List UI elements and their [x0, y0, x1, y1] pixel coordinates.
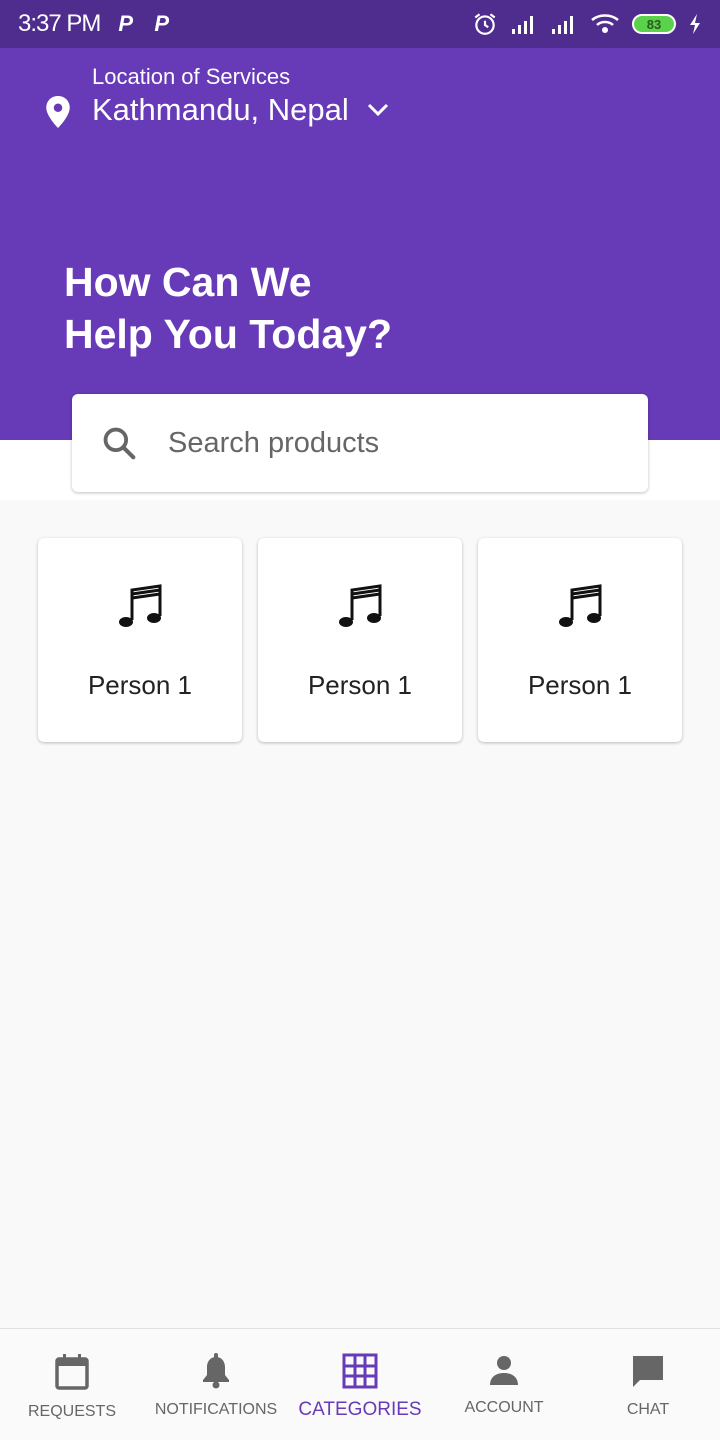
location-value: Kathmandu, Nepal [92, 92, 349, 127]
search-placeholder: Search products [168, 426, 380, 459]
grid-icon [342, 1353, 378, 1389]
nav-notifications[interactable]: NOTIFICATIONS [144, 1329, 288, 1440]
nav-label: NOTIFICATIONS [154, 1401, 278, 1418]
signal-icon [512, 16, 533, 34]
headline-line-1: How Can We [64, 259, 312, 305]
category-label: Person 1 [527, 670, 633, 700]
charging-icon [690, 14, 700, 34]
chevron-down-icon [367, 103, 388, 117]
search-icon [103, 427, 136, 460]
music-note-icon [559, 584, 602, 627]
status-bar: 3:37 PM P P 83 [0, 0, 720, 48]
location-label: Location of Services [92, 64, 291, 89]
category-card[interactable]: Person 1 [478, 538, 682, 742]
parking-app-icon: P [118, 11, 134, 36]
category-card[interactable]: Person 1 [258, 538, 462, 742]
battery-indicator: 83 [632, 14, 676, 34]
nav-label: REQUESTS [27, 1403, 116, 1420]
nav-label: CATEGORIES [298, 1399, 422, 1420]
nav-categories[interactable]: CATEGORIES [288, 1329, 432, 1440]
bottom-navigation: REQUESTS NOTIFICATIONS CATEGORIES ACCOUN… [0, 1328, 720, 1440]
bell-icon [203, 1353, 229, 1389]
category-label: Person 1 [307, 670, 413, 700]
header: Location of Services Kathmandu, Nepal Ho… [0, 48, 720, 440]
location-pin-icon [46, 96, 70, 128]
search-input[interactable]: Search products [72, 394, 648, 492]
wifi-icon [591, 14, 619, 33]
calendar-icon [55, 1354, 89, 1390]
music-note-icon [339, 584, 382, 627]
chat-icon [633, 1356, 663, 1387]
status-icons: 83 [472, 11, 702, 37]
page-headline: How Can We Help You Today? [64, 256, 392, 360]
alarm-icon [474, 13, 496, 35]
nav-account[interactable]: ACCOUNT [432, 1329, 576, 1440]
headline-line-2: Help You Today? [64, 311, 393, 357]
nav-label: CHAT [626, 1401, 670, 1418]
music-note-icon [119, 584, 162, 627]
nav-requests[interactable]: REQUESTS [0, 1329, 144, 1440]
nav-chat[interactable]: CHAT [576, 1329, 720, 1440]
category-card[interactable]: Person 1 [38, 538, 242, 742]
category-label: Person 1 [87, 670, 193, 700]
location-selector[interactable]: Kathmandu, Nepal [92, 92, 389, 128]
person-icon [490, 1356, 518, 1385]
nav-label: ACCOUNT [464, 1399, 544, 1416]
signal-icon [552, 16, 573, 34]
category-grid: Person 1 Person 1 Person 1 [38, 538, 682, 742]
parking-app-icon: P [154, 11, 170, 36]
status-time: 3:37 PM [18, 10, 101, 37]
